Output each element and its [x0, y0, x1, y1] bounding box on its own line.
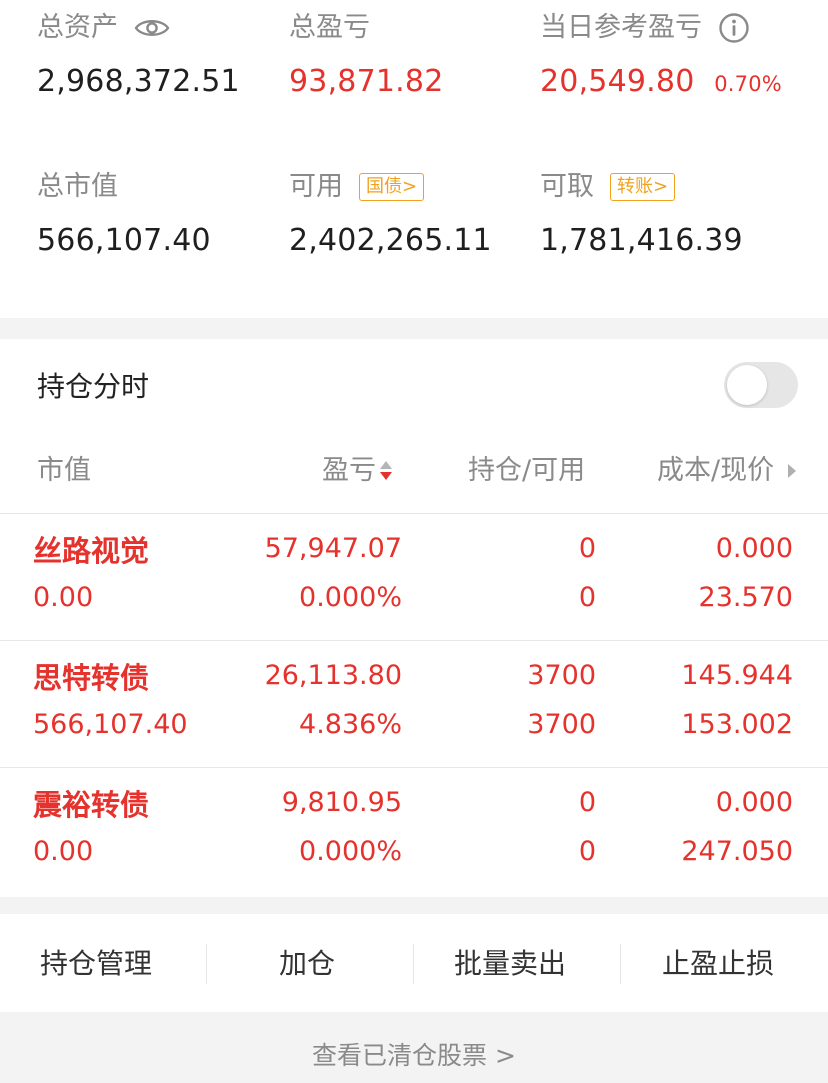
row-price: 153.002	[681, 709, 793, 740]
manage-holdings-button[interactable]: 持仓管理	[40, 946, 152, 982]
action-divider	[413, 944, 414, 984]
stock-name: 丝路视觉	[33, 534, 150, 568]
total-pnl-value: 93,871.82	[289, 64, 444, 99]
info-icon[interactable]	[718, 12, 750, 44]
header-cost-price[interactable]: 成本/现价	[657, 454, 798, 488]
row-divider	[0, 640, 828, 641]
add-position-button[interactable]: 加仓	[279, 946, 335, 982]
view-cleared-stocks-link[interactable]: 查看已清仓股票 >	[0, 1040, 828, 1072]
row-available: 3700	[527, 709, 596, 740]
row-cost: 0.000	[715, 533, 793, 564]
row-cost: 145.944	[681, 660, 793, 691]
treasury-bond-tag[interactable]: 国债>	[359, 173, 425, 201]
section-divider	[0, 897, 828, 914]
stock-name: 震裕转债	[33, 788, 150, 822]
sort-icon	[379, 459, 393, 483]
daily-pnl-label: 当日参考盈亏	[540, 12, 750, 44]
total-assets-label: 总资产	[37, 12, 170, 44]
row-position: 0	[578, 533, 596, 564]
row-pnl-percent: 0.000%	[299, 836, 402, 867]
row-pnl: 9,810.95	[281, 787, 402, 818]
row-pnl: 57,947.07	[264, 533, 402, 564]
action-divider	[620, 944, 621, 984]
row-market-value: 0.00	[33, 582, 94, 613]
row-available: 0	[578, 836, 596, 867]
batch-sell-button[interactable]: 批量卖出	[454, 946, 566, 982]
row-pnl-percent: 0.000%	[299, 582, 402, 613]
available-value: 2,402,265.11	[289, 223, 492, 258]
total-pnl-label: 总盈亏	[289, 12, 370, 43]
account-summary: 总资产 2,968,372.51 总盈亏 93,871.82 当日参考盈亏 20…	[0, 0, 828, 318]
row-pnl: 26,113.80	[264, 660, 402, 691]
row-market-value: 0.00	[33, 836, 94, 867]
scroll-right-icon[interactable]	[786, 462, 798, 480]
row-market-value: 566,107.40	[33, 709, 188, 740]
header-market-value[interactable]: 市值	[37, 454, 91, 488]
header-position[interactable]: 持仓/可用	[468, 454, 585, 488]
total-assets-value: 2,968,372.51	[37, 64, 240, 99]
action-divider	[206, 944, 207, 984]
market-value-value: 566,107.40	[37, 223, 211, 258]
withdrawable-value: 1,781,416.39	[540, 223, 743, 258]
row-price: 247.050	[681, 836, 793, 867]
row-position: 0	[578, 787, 596, 818]
header-pnl[interactable]: 盈亏	[322, 454, 393, 488]
holdings-timeshare-toggle[interactable]	[724, 362, 798, 408]
daily-pnl-percent: 0.70%	[714, 72, 782, 96]
holdings-title: 持仓分时	[37, 370, 150, 403]
toggle-knob	[727, 365, 767, 405]
transfer-tag[interactable]: 转账>	[610, 173, 676, 201]
row-position: 3700	[527, 660, 596, 691]
withdrawable-label: 可取 转账>	[540, 171, 676, 203]
row-available: 0	[578, 582, 596, 613]
section-divider	[0, 318, 828, 339]
row-pnl-percent: 4.836%	[299, 709, 402, 740]
row-divider	[0, 767, 828, 768]
stock-name: 思特转债	[33, 661, 150, 695]
take-profit-stop-loss-button[interactable]: 止盈止损	[662, 946, 774, 982]
row-price: 23.570	[698, 582, 793, 613]
row-cost: 0.000	[715, 787, 793, 818]
daily-pnl-value: 20,549.80 0.70%	[540, 64, 782, 99]
market-value-label: 总市值	[37, 171, 118, 202]
row-divider	[0, 513, 828, 514]
eye-icon[interactable]	[134, 16, 170, 40]
available-label: 可用 国债>	[289, 171, 425, 203]
